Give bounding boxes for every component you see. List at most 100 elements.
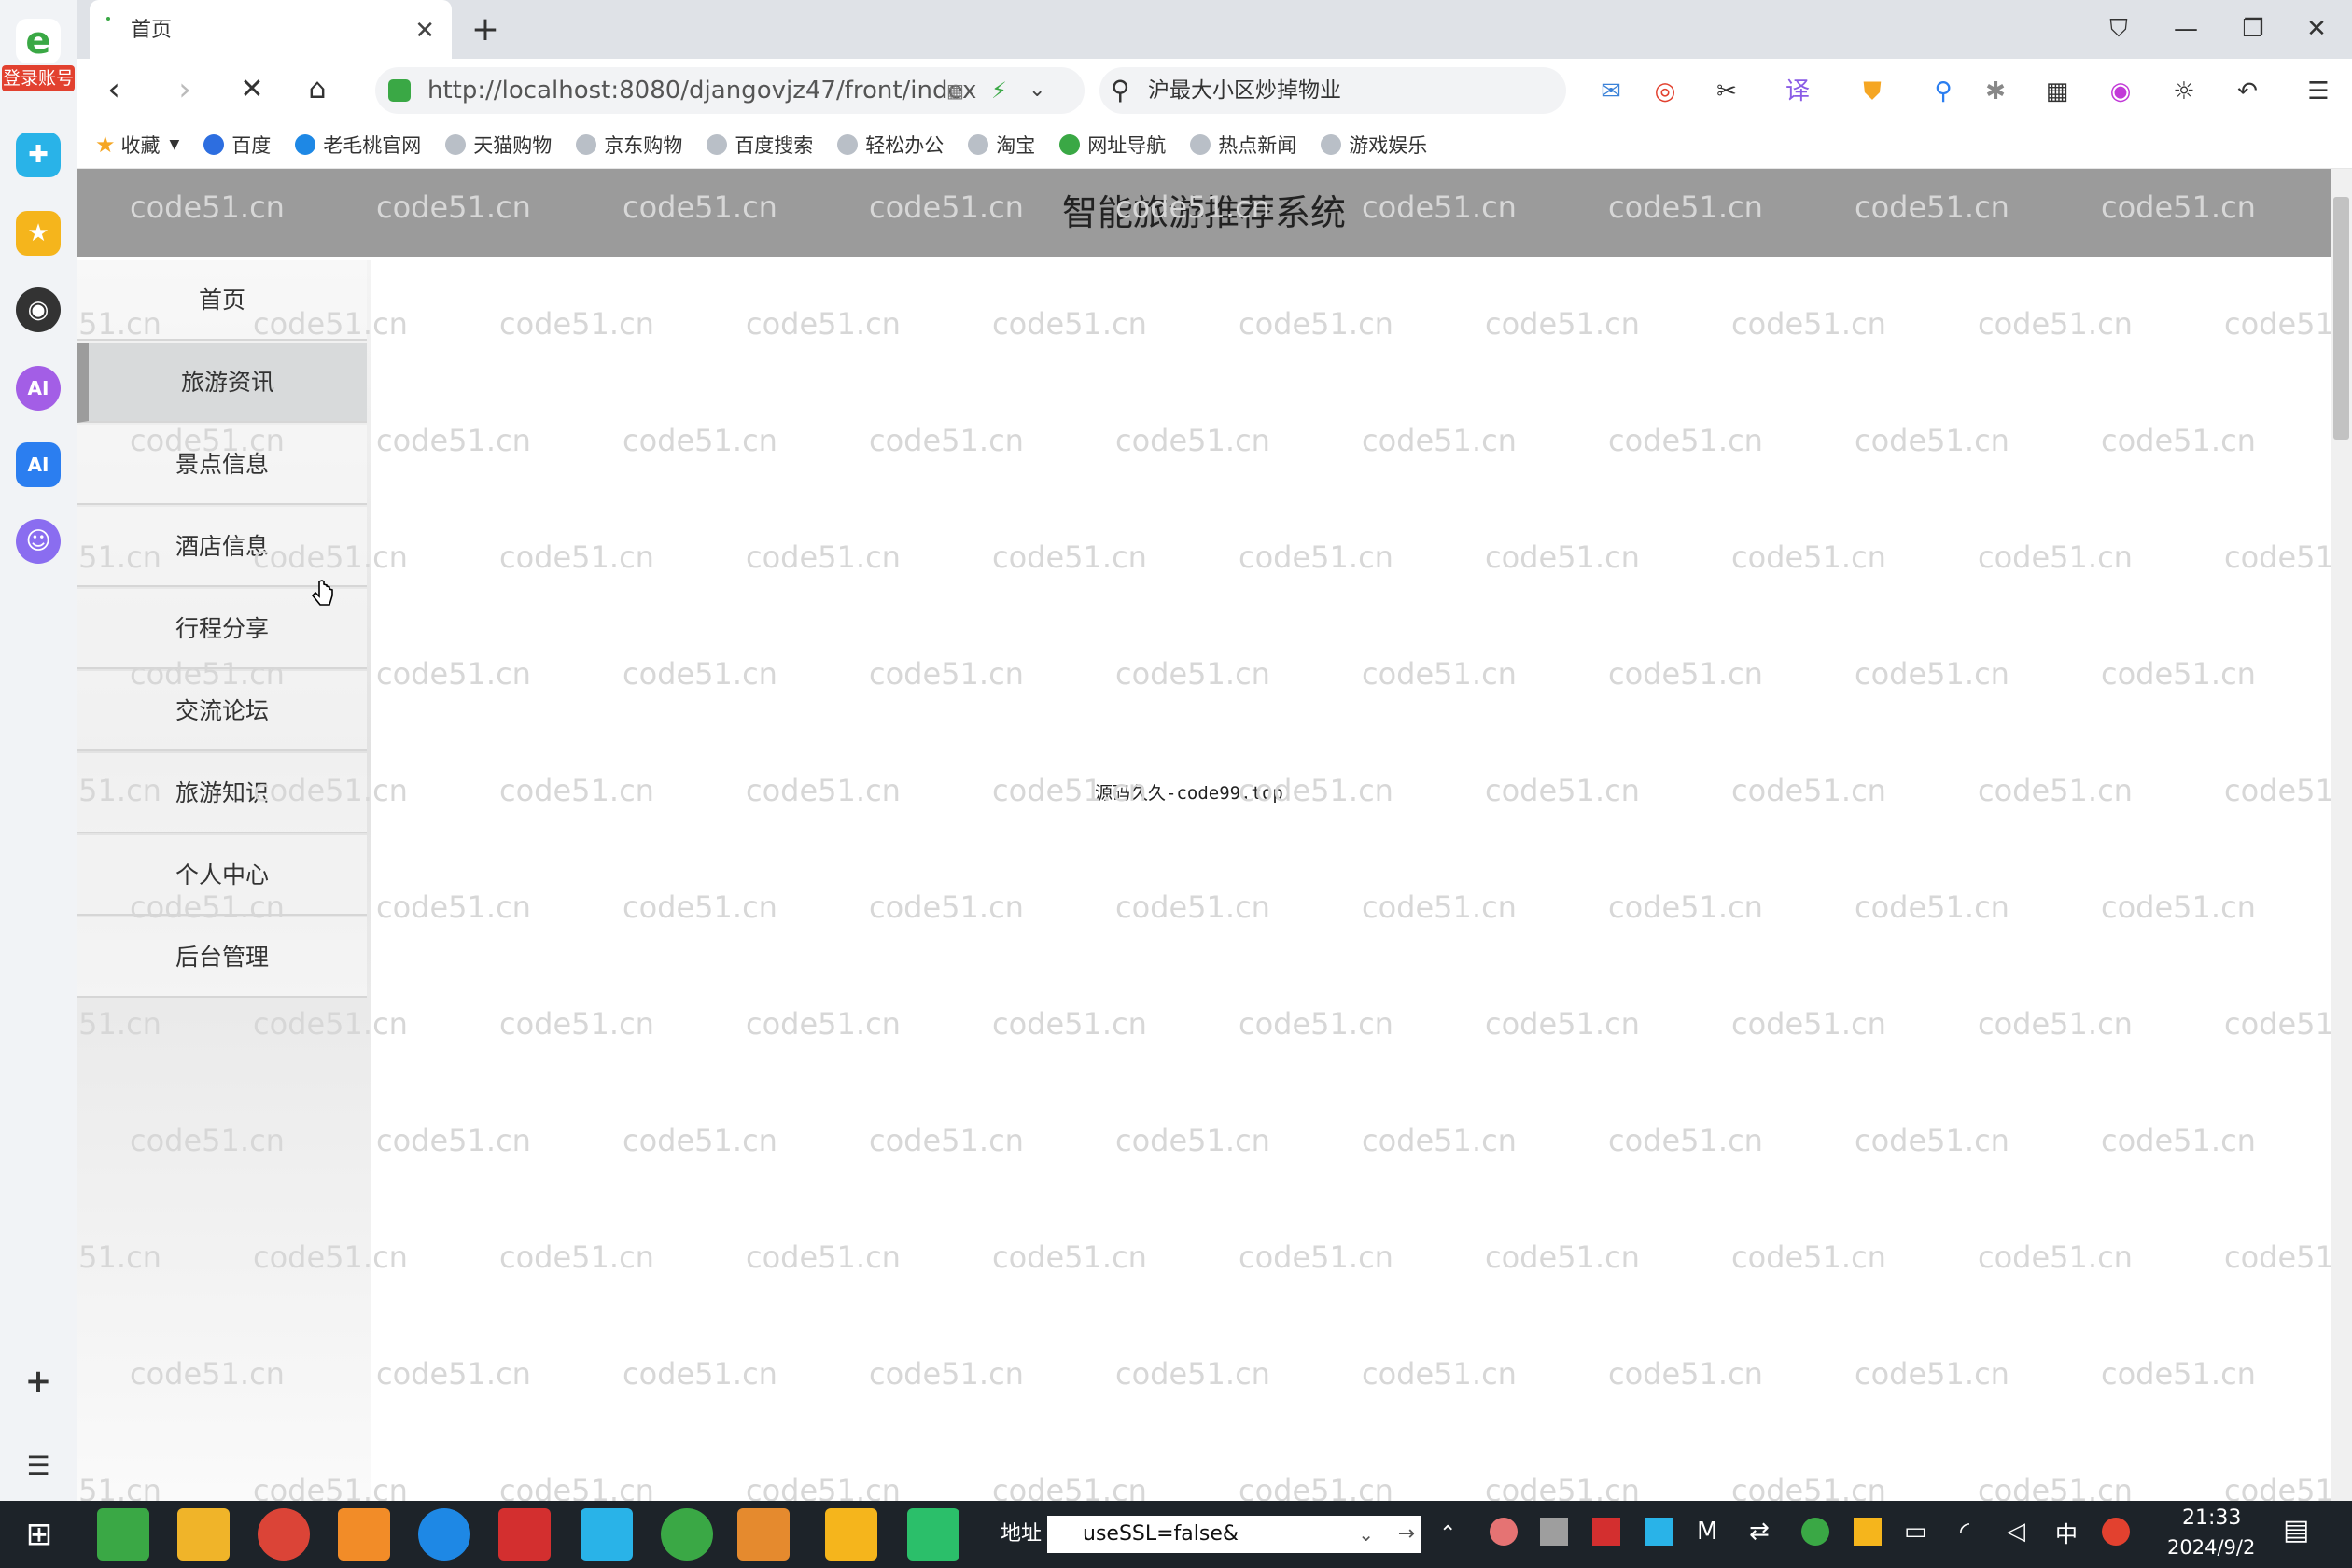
bookmark-laomaotao[interactable]: 老毛桃官网	[295, 131, 421, 159]
plus-app-icon[interactable]: ✚	[16, 133, 61, 177]
tray-battery-icon[interactable]: ▭	[1904, 1518, 1932, 1546]
close-window-icon[interactable]: ✕	[2289, 0, 2345, 59]
brightness-icon[interactable]: ☼	[2165, 73, 2203, 110]
windows-start-icon[interactable]: ⊞	[13, 1508, 65, 1561]
bookmark-office[interactable]: 轻松办公	[837, 131, 944, 159]
lightning-icon[interactable]: ⚡	[991, 67, 1007, 114]
nav-personal-center[interactable]: 个人中心	[77, 835, 367, 916]
tray-wps-icon[interactable]	[1592, 1518, 1620, 1546]
skin-icon[interactable]: ⛉	[2091, 0, 2147, 59]
shield-icon[interactable]: ⛊	[1854, 73, 1891, 110]
go-arrow-icon[interactable]: →	[1398, 1516, 1415, 1553]
nav-attractions[interactable]: 景点信息	[77, 425, 367, 505]
taskbar-plus-app-icon[interactable]	[581, 1508, 633, 1561]
globe-icon	[576, 133, 597, 155]
bookmark-jd[interactable]: 京东购物	[576, 131, 682, 159]
watermark-text: code51.cn	[869, 423, 1024, 458]
watermark-text: code51.cn	[746, 1473, 901, 1501]
translate-icon[interactable]: 译	[1779, 73, 1816, 110]
nav-travel-news[interactable]: 旅游资讯	[77, 343, 367, 423]
address-bar[interactable]: http://localhost:8080/djangovjz47/front/…	[375, 67, 1085, 114]
url-text[interactable]: http://localhost:8080/djangovjz47/front/…	[427, 67, 976, 114]
taskbar-address-input[interactable]: useSSL=false& ⌄ →	[1047, 1516, 1421, 1553]
tray-sogou-icon[interactable]	[2102, 1518, 2130, 1546]
tray-settings-icon[interactable]: ⇄	[1749, 1518, 1777, 1546]
new-tab-button[interactable]: +	[467, 0, 504, 59]
ai-assistant-icon[interactable]: AI	[16, 366, 61, 411]
taskbar-sublime-icon[interactable]	[338, 1508, 390, 1561]
page-scrollbar[interactable]	[2331, 169, 2352, 1501]
tray-app2-icon[interactable]	[1854, 1518, 1882, 1546]
taskbar-pycharm-icon[interactable]	[907, 1508, 959, 1561]
login-badge[interactable]: 登录账号	[2, 65, 75, 91]
qr-icon[interactable]: ▦	[946, 67, 964, 114]
taskbar-wechat-icon[interactable]	[661, 1508, 713, 1561]
tray-wifi-icon[interactable]: ◜	[1960, 1518, 1988, 1546]
bookmark-baidu-search[interactable]: 百度搜索	[707, 131, 813, 159]
bookmark-news[interactable]: 热点新闻	[1190, 131, 1296, 159]
tray-ime-indicator[interactable]: 中	[2055, 1501, 2078, 1568]
chevron-down-icon[interactable]: ⌄	[1029, 67, 1045, 114]
bookmark-taobao[interactable]: 淘宝	[968, 131, 1035, 159]
back-icon[interactable]: ‹	[91, 65, 136, 114]
ai-app-icon[interactable]: AI	[16, 442, 61, 487]
tray-mail-icon[interactable]: M	[1697, 1518, 1725, 1546]
nav-travel-knowledge[interactable]: 旅游知识	[77, 753, 367, 833]
home-icon[interactable]: ⌂	[295, 65, 340, 114]
bookmark-tmall[interactable]: 天猫购物	[445, 131, 552, 159]
mail-icon[interactable]: ✉	[1592, 73, 1630, 110]
tab-close-icon[interactable]: ✕	[414, 0, 435, 62]
tray-volume-icon[interactable]: ◁	[2007, 1518, 2035, 1546]
watermark-text: code51.cn	[992, 1239, 1147, 1275]
taskbar-edge-icon[interactable]	[418, 1508, 470, 1561]
taskbar-app2-icon[interactable]	[825, 1508, 877, 1561]
scissors-icon[interactable]: ✂	[1708, 73, 1745, 110]
nav-forum[interactable]: 交流论坛	[77, 671, 367, 751]
star-app-icon[interactable]: ★	[16, 211, 61, 256]
robot-app-icon[interactable]: ◉	[16, 287, 61, 332]
undo-icon[interactable]: ↶	[2229, 73, 2266, 110]
taskbar-app-icon[interactable]	[737, 1508, 790, 1561]
magnifier-icon[interactable]: ⚲	[1925, 73, 1962, 110]
bookmark-baidu[interactable]: 百度	[203, 131, 271, 159]
restore-icon[interactable]: ❐	[2225, 0, 2281, 59]
minimize-icon[interactable]: —	[2158, 0, 2214, 59]
apps-grid-icon[interactable]: ▦	[2038, 73, 2076, 110]
clock-time[interactable]: 21:33	[2182, 1506, 2241, 1530]
search-input[interactable]: 沪最大小区炒掉物业	[1148, 67, 1341, 114]
forward-icon[interactable]: ›	[162, 65, 207, 114]
scroll-thumb[interactable]	[2333, 197, 2349, 440]
chevron-down-icon[interactable]: ⌄	[1358, 1516, 1374, 1553]
bookmark-games[interactable]: 游戏娱乐	[1321, 131, 1427, 159]
tray-usb-icon[interactable]	[1540, 1518, 1568, 1546]
search-box[interactable]: ⚲ 沪最大小区炒掉物业	[1099, 67, 1566, 114]
stop-icon[interactable]: ✕	[230, 65, 274, 114]
nav-home[interactable]: 首页	[77, 260, 367, 341]
watermark-text: code51.cn	[2224, 1006, 2331, 1042]
taskbar-chrome-icon[interactable]	[258, 1508, 310, 1561]
chat-bot-icon[interactable]: ☺	[16, 519, 61, 564]
bookmark-favorites[interactable]: ★ 收藏 ▼	[95, 131, 179, 159]
browser-logo-icon[interactable]: e	[16, 19, 61, 63]
menu-icon[interactable]: ☰	[2300, 73, 2337, 110]
extension-icon[interactable]: ✱	[1977, 73, 2014, 110]
tray-expand-icon[interactable]: ⌃	[1439, 1501, 1456, 1568]
tray-plus-icon[interactable]	[1645, 1518, 1673, 1546]
list-icon[interactable]: ☰	[16, 1443, 61, 1488]
ai-toolbar-icon[interactable]: ◉	[2102, 73, 2139, 110]
taskbar-browser-icon[interactable]	[97, 1508, 149, 1561]
clock-date[interactable]: 2024/9/2	[2167, 1536, 2255, 1559]
taskbar-wps-icon[interactable]	[498, 1508, 551, 1561]
weibo-icon[interactable]: ◎	[1646, 73, 1684, 110]
add-icon[interactable]: +	[16, 1359, 61, 1404]
notification-icon[interactable]: ▤	[2283, 1514, 2320, 1551]
bookmark-nav[interactable]: 网址导航	[1059, 131, 1166, 159]
tray-app-icon[interactable]	[1490, 1518, 1518, 1546]
watermark-text: code51.cn	[1855, 1356, 2009, 1392]
nav-hotels[interactable]: 酒店信息	[77, 507, 367, 587]
tray-wechat-icon[interactable]	[1801, 1518, 1829, 1546]
watermark-text: code51.cn	[992, 539, 1147, 575]
nav-admin[interactable]: 后台管理	[77, 917, 367, 998]
taskbar-explorer-icon[interactable]	[177, 1508, 230, 1561]
tab-home[interactable]: 首页 ✕	[90, 0, 452, 59]
